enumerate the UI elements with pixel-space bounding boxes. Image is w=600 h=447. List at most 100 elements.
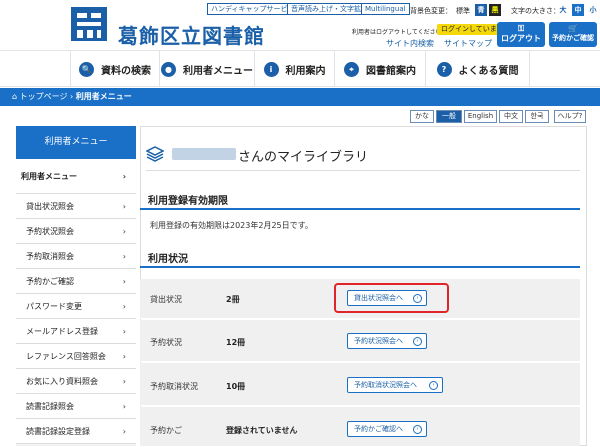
nav-usage-guide[interactable]: i 利用案内 (254, 51, 334, 87)
site-title[interactable]: 葛飾区立図書館 (118, 20, 265, 49)
sitemap-link[interactable]: サイトマップ (444, 38, 492, 49)
reservation-status-label: 予約状況照会へ (354, 337, 403, 345)
sidebar-item-loan-status[interactable]: 貸出状況照会 › (16, 194, 136, 219)
lang-korean[interactable]: 한국 (525, 110, 549, 123)
breadcrumb: ⌂ トップページ › 利用者メニュー (0, 88, 600, 106)
chevron-right-icon: › (122, 427, 126, 436)
cancel-status-label: 予約取消状況照会へ (354, 381, 417, 389)
voice-reader-button[interactable]: 音声読み上げ・文字拡大 (287, 3, 372, 15)
sidebar-item-reading-log-settings[interactable]: 読書記録設定登録 › (16, 419, 136, 444)
sidebar-item-label: お気に入り資料照会 (26, 377, 98, 386)
row-value-loan: 2冊 (226, 295, 240, 304)
sidebar-item-label: パスワード変更 (26, 302, 82, 311)
breadcrumb-current: 利用者メニュー (75, 92, 132, 101)
breadcrumb-home[interactable]: トップページ (20, 92, 68, 101)
nav-search[interactable]: 🔍 資料の検索 (70, 51, 159, 87)
cancel-status-button[interactable]: 予約取消状況照会へ › (347, 377, 443, 393)
search-icon: 🔍 (79, 61, 94, 77)
cart-icon: 🛒 (568, 24, 578, 33)
help-label: ヘルプ (557, 112, 579, 120)
sidebar-item-reservation-status[interactable]: 予約状況照会 › (16, 219, 136, 244)
font-medium-button[interactable]: 中 (572, 4, 584, 16)
sidebar-item-reference[interactable]: レファレンス回答照会 › (16, 344, 136, 369)
nav-faq-label: よくある質問 (458, 65, 519, 77)
cart-check-label: 予約かご確認へ (354, 425, 403, 433)
key-icon: ⚿ (517, 24, 525, 33)
sidebar-item-label: 読書記録設定登録 (26, 427, 90, 436)
sidebar-item-cart[interactable]: 予約かご確認 › (16, 269, 136, 294)
chevron-right-icon: › (122, 377, 126, 386)
sidebar-item-label: レファレンス回答照会 (26, 352, 106, 361)
multilingual-button[interactable]: Multilingual (361, 3, 410, 15)
sidebar-item-label: 貸出状況照会 (26, 202, 74, 211)
sidebar-item-label: メールアドレス登録 (26, 327, 98, 336)
font-large-button[interactable]: 大 (557, 4, 569, 16)
row-value-cancel: 10冊 (226, 382, 246, 391)
logout-label: ログアウト (501, 34, 541, 43)
user-icon: ● (161, 61, 176, 77)
nav-usage-guide-label: 利用案内 (285, 65, 326, 77)
location-icon: ⌖ (344, 61, 359, 77)
info-icon: i (263, 61, 279, 77)
status-underline (140, 266, 580, 268)
sidebar-item-label: 読書記録照会 (26, 402, 74, 411)
highlight-box (334, 283, 449, 313)
sidebar-item-favorites[interactable]: お気に入り資料照会 › (16, 369, 136, 394)
help-icon: ? (578, 112, 583, 120)
chevron-right-icon: › (122, 227, 126, 236)
chevron-right-icon: › (122, 202, 126, 211)
chevron-right-icon: › (122, 327, 126, 336)
validity-underline (140, 208, 580, 210)
logout-notice: 利用者はログアウトしてください。 (352, 29, 448, 36)
chevron-right-icon: › (122, 252, 126, 261)
chevron-right-icon: › (122, 352, 126, 361)
validity-text: 利用登録の有効期限は2023年2月25日です。 (150, 221, 313, 230)
chevron-right-icon: › (122, 402, 126, 411)
bg-standard-button[interactable]: 標準 (456, 6, 470, 16)
sidebar-item-password[interactable]: パスワード変更 › (16, 294, 136, 319)
site-search-link[interactable]: サイト内検索 (386, 38, 434, 49)
user-name-redacted (172, 148, 236, 160)
sidebar-item-label: 予約取消照会 (26, 252, 74, 261)
help-button[interactable]: ヘルプ? (554, 110, 586, 123)
bg-black-button[interactable]: 黒 (489, 4, 501, 16)
sidebar-item-cancel-status[interactable]: 予約取消照会 › (16, 244, 136, 269)
cart-button[interactable]: 🛒 予約かご確認 (549, 22, 597, 47)
library-logo-icon (71, 7, 107, 41)
question-icon: ? (436, 61, 452, 77)
row-label-reservation: 予約状況 (150, 338, 182, 347)
nav-faq[interactable]: ? よくある質問 (425, 51, 530, 87)
nav-user-menu-label: 利用者メニュー (183, 65, 253, 77)
nav-library-guide-label: 図書館案内 (366, 65, 416, 77)
cart-label: 予約かご確認 (552, 34, 594, 42)
chevron-right-icon: › (122, 302, 126, 311)
chevron-right-icon: › (122, 172, 126, 181)
bg-color-label: 背景色変更： (410, 7, 452, 15)
sidebar-item-label: 予約かご確認 (26, 277, 74, 286)
row-label-cancel: 予約取消状況 (150, 382, 198, 391)
nav-user-menu[interactable]: ● 利用者メニュー (159, 51, 254, 87)
arrow-right-circle-icon: › (413, 425, 422, 434)
lang-kana[interactable]: かな (410, 110, 434, 123)
row-value-reservation: 12冊 (226, 338, 246, 347)
logout-button[interactable]: ⚿ ログアウト (497, 22, 545, 47)
lang-chinese[interactable]: 中文 (499, 110, 523, 123)
font-small-button[interactable]: 小 (587, 4, 599, 16)
sidebar-item-label: 利用者メニュー (21, 172, 77, 181)
reservation-status-button[interactable]: 予約状況照会へ › (347, 333, 427, 349)
cart-check-button[interactable]: 予約かご確認へ › (347, 421, 427, 437)
title-divider (146, 170, 580, 171)
nav-library-guide[interactable]: ⌖ 図書館案内 (334, 51, 425, 87)
row-value-cart: 登録されていません (226, 426, 298, 435)
bg-blue-button[interactable]: 青 (475, 4, 487, 16)
nav-search-label: 資料の検索 (101, 65, 151, 77)
handicap-service-button[interactable]: ハンディキャップサービス (207, 3, 299, 15)
sidebar-heading: 利用者メニュー (16, 126, 136, 159)
lang-general[interactable]: 一般 (436, 110, 462, 123)
sidebar-item-email[interactable]: メールアドレス登録 › (16, 319, 136, 344)
sidebar-item-reading-log[interactable]: 読書記録照会 › (16, 394, 136, 419)
sidebar-item-user-menu[interactable]: 利用者メニュー › (16, 159, 136, 194)
global-nav: 🔍 資料の検索 ● 利用者メニュー i 利用案内 ⌖ 図書館案内 ? よくある質問 (0, 50, 600, 87)
lang-english[interactable]: English (464, 110, 497, 123)
page-title: さんのマイライブラリ (238, 150, 369, 165)
